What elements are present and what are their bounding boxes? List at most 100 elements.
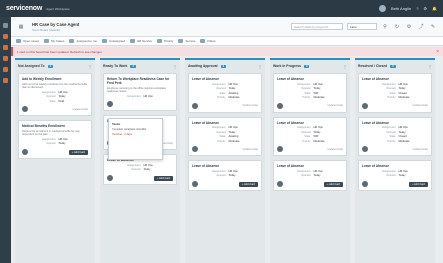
filter-chip[interactable]: Unassigned (102, 39, 125, 43)
nav-board-icon[interactable] (3, 45, 8, 50)
column-menu-icon[interactable]: ⋮ (88, 64, 92, 69)
nav-list-icon[interactable] (3, 34, 8, 39)
settings-icon[interactable]: ⚙ (405, 23, 413, 31)
servicenow-logo[interactable]: servicenow (6, 5, 42, 12)
card-title[interactable]: Leave of Absence (362, 121, 428, 125)
left-sidebar (0, 17, 11, 263)
view-select[interactable]: Lane (347, 23, 377, 30)
add-card-button[interactable]: + Add Card (238, 181, 258, 187)
card-title[interactable]: Medical Benefits Enrollment (22, 124, 88, 128)
case-card[interactable]: Leave of Absence Assignment HR Ops Opene… (358, 116, 432, 156)
user-avatar[interactable] (378, 5, 386, 12)
case-card[interactable]: Leave of Absence Assignment HR Ops Opene… (273, 116, 347, 156)
field-value: HR Ops (313, 82, 323, 86)
case-card[interactable]: Leave of Absence Assignment HR Ops Opene… (273, 73, 347, 113)
field-value: Today (58, 95, 66, 99)
field-label: Assignment (211, 169, 226, 173)
field-value: WIP (313, 91, 319, 95)
assignee-avatar-icon[interactable] (362, 102, 368, 109)
card-title[interactable]: Leave of Absence (277, 121, 343, 125)
assignee-avatar-icon[interactable] (192, 146, 198, 152)
field-label: State (219, 135, 226, 138)
field-label: Assignment (211, 82, 226, 86)
assignee-avatar-icon[interactable] (277, 146, 283, 152)
filter-icon[interactable]: ⚲ (381, 23, 389, 31)
case-card[interactable]: Leave of Absence Assignment HR Ops Opene… (188, 116, 262, 156)
top-right-controls: Beth Anglin ? ⚙ 🔔 (378, 5, 437, 12)
help-icon[interactable]: ? (416, 6, 418, 11)
card-title[interactable]: Leave of Absence (192, 164, 258, 168)
field-value: HR Ops (398, 169, 408, 173)
card-title[interactable]: Leave of Absence (277, 77, 343, 81)
assignee-avatar-icon[interactable] (277, 180, 283, 187)
assignee-avatar-icon[interactable] (107, 101, 113, 108)
refresh-icon[interactable]: ↻ (393, 23, 401, 31)
case-card[interactable]: Medical Benefits Enrollment Request for e… (18, 120, 92, 159)
assignee-avatar-icon[interactable] (362, 180, 368, 187)
assignee-avatar-icon[interactable] (22, 148, 28, 155)
card-title[interactable]: Leave of Absence (362, 77, 428, 81)
gear-icon[interactable]: ⚙ (423, 6, 427, 11)
filter-chip[interactable]: Priority (157, 39, 173, 43)
card-title[interactable]: Add to Weekly Enrollment (22, 77, 88, 81)
filter-chip[interactable]: My Cases (44, 39, 64, 43)
card-title[interactable]: Leave of Absence (277, 164, 343, 168)
column-menu-icon[interactable]: ⋮ (258, 64, 262, 69)
field-value: Moderate (398, 139, 410, 143)
close-icon[interactable]: × (436, 49, 439, 55)
card-description: Add me to the weekly enrollment for the … (22, 82, 88, 89)
case-card[interactable]: Leave of Absence Assignment HR Ops Opene… (358, 160, 432, 191)
field-label: Opened (216, 130, 226, 134)
popover-task[interactable]: Complete workplace checklist (112, 128, 159, 131)
card-title[interactable]: Leave of Absence (192, 77, 258, 81)
notification-bell-icon[interactable]: 🔔 (432, 6, 437, 11)
card-title[interactable]: Leave of Absence (192, 121, 258, 125)
case-card[interactable]: Leave of Absence Assignment HR Ops Opene… (188, 160, 262, 191)
case-card[interactable]: Leave of Absence Assignment HR Ops Opene… (188, 73, 262, 113)
filter-chip[interactable]: Filters (200, 39, 216, 43)
case-card[interactable]: Add to Weekly Enrollment Add me to the we… (18, 73, 92, 117)
nav-search-icon[interactable] (3, 78, 8, 83)
share-icon[interactable]: ⤴ (417, 23, 425, 31)
field-value: Awaiting (228, 91, 239, 95)
add-card-button[interactable]: + Add Card (68, 149, 88, 155)
column-header: Work in Progress 3 ⋮ (273, 63, 347, 69)
card-field: Opened Today (192, 174, 258, 177)
add-card-button[interactable]: + Add Card (153, 175, 173, 181)
field-value: HR Ops (143, 163, 153, 167)
field-value: Today (398, 87, 406, 90)
column-menu-icon[interactable]: ⋮ (428, 64, 432, 69)
nav-home-icon[interactable] (3, 23, 8, 28)
field-value: HR Ops (58, 90, 68, 94)
assignee-avatar-icon[interactable] (107, 174, 113, 181)
nav-inbox-icon[interactable] (3, 56, 8, 61)
field-value: HR Ops (398, 126, 408, 129)
field-value: Today (58, 142, 66, 146)
column-menu-icon[interactable]: ⋮ (173, 64, 177, 69)
edit-icon[interactable]: ✎ (429, 23, 437, 31)
assignee-avatar-icon[interactable] (362, 146, 368, 152)
case-card[interactable]: Return To Workplace Readiness Case for F… (103, 73, 177, 112)
field-label: State (304, 135, 311, 138)
filter-chip[interactable]: HR Service (129, 39, 152, 43)
search-input[interactable]: Search cards by keyword... (291, 23, 343, 30)
card-field: Assignment HR Ops (277, 126, 343, 129)
assignee-avatar-icon[interactable] (22, 106, 28, 113)
add-card-button[interactable]: + Add Card (323, 181, 343, 187)
case-card[interactable]: Leave of Absence Assignment HR Ops Opene… (358, 73, 432, 113)
nav-reports-icon[interactable] (3, 67, 8, 72)
card-title[interactable]: Return To Workplace Readiness Case for F… (107, 77, 173, 85)
filter-chip[interactable]: Service (178, 39, 195, 43)
case-card[interactable]: Leave of Absence Assignment HR Ops Opene… (273, 160, 347, 191)
card-title[interactable]: Leave of Absence (362, 164, 428, 168)
column-menu-icon[interactable]: ⋮ (343, 64, 347, 69)
assignee-avatar-icon[interactable] (277, 102, 283, 109)
assignee-avatar-icon[interactable] (192, 102, 198, 109)
card-field: Assignment HR Ops (362, 126, 428, 129)
filter-chip[interactable]: Open cases (16, 39, 39, 43)
add-card-button[interactable]: + Add Card (408, 181, 428, 187)
user-name[interactable]: Beth Anglin (391, 6, 411, 11)
filter-chip[interactable]: Assigned to me (69, 39, 97, 43)
field-label: Opened (301, 174, 311, 177)
assignee-avatar-icon[interactable] (192, 180, 198, 187)
